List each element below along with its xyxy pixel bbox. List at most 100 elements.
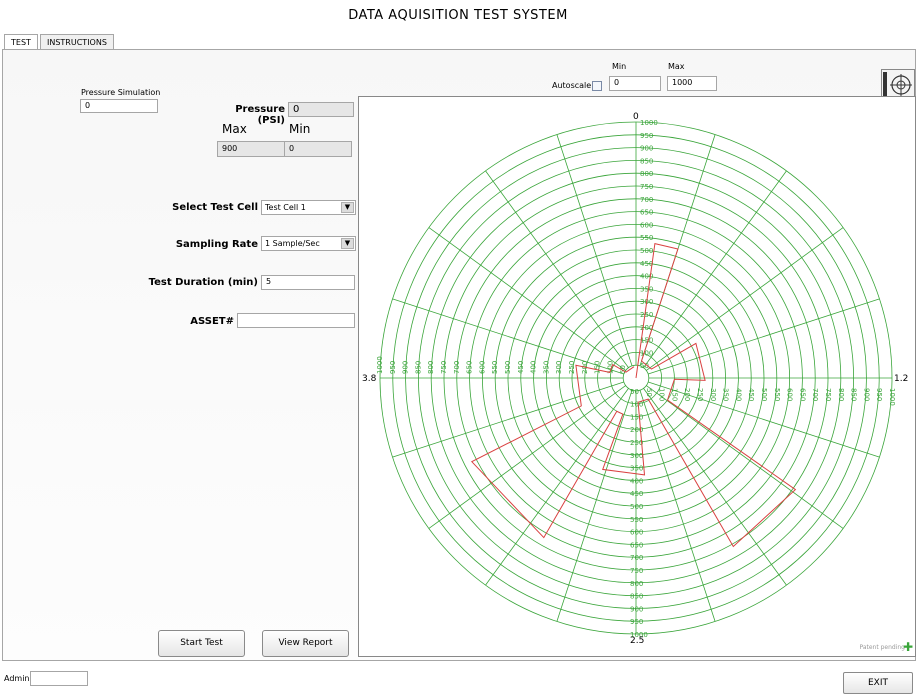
r-tick-label-right: 550 [773,388,781,401]
r-tick-label-up: 750 [640,183,653,191]
sampling-rate-select-value: 1 Sample/Sec [265,239,320,248]
tab-instructions[interactable]: INSTRUCTIONS [40,34,114,49]
r-tick-label-up: 1000 [640,119,658,127]
grid-spoke [646,385,844,529]
r-tick-label-down: 700 [630,554,643,562]
r-tick-label-right: 750 [824,388,832,401]
axis-label-bottom: 2.5 [630,636,644,646]
r-tick-label-right: 100 [658,388,666,401]
r-tick-label-left: 450 [517,361,525,374]
r-tick-label-left: 250 [568,361,576,374]
r-tick-label-up: 850 [640,157,653,165]
r-tick-label-right: 700 [811,388,819,401]
r-tick-label-down: 800 [630,580,643,588]
min-readout: 0 [284,141,352,157]
admin-label: Admin [4,674,30,683]
test-cell-select[interactable]: Test Cell 1 ▼ [261,200,356,215]
r-tick-label-left: 150 [594,361,602,374]
sampling-rate-select[interactable]: 1 Sample/Sec ▼ [261,236,356,251]
polar-chart-svg: 5050 505010010010010015015015015020020020… [362,112,908,646]
view-report-button[interactable]: View Report [262,630,349,657]
r-tick-label-left: 700 [453,361,461,374]
grid-spoke [643,170,787,368]
r-tick-label-left: 550 [491,361,499,374]
r-tick-label-down: 300 [630,452,643,460]
chevron-down-icon[interactable]: ▼ [341,238,354,249]
r-tick-label-down: 950 [630,618,643,626]
autoscale-label: Autoscale [552,81,592,90]
tab-test[interactable]: TEST [4,34,38,50]
r-tick-label-down: 550 [630,516,643,524]
r-tick-label-down: 50 [630,388,639,396]
r-tick-label-right: 150 [670,388,678,401]
r-tick-label-left: 500 [504,361,512,374]
window-title: DATA AQUISITION TEST SYSTEM [348,8,568,23]
chart-min-input[interactable]: 0 [609,76,661,91]
r-tick-label-right: 800 [837,388,845,401]
select-test-cell-label: Select Test Cell [172,202,258,213]
r-tick-label-right: 350 [722,388,730,401]
r-tick-label-right: 450 [747,388,755,401]
chart-max-input[interactable]: 1000 [667,76,717,91]
max-label: Max [222,122,247,136]
pressure-readout: 0 [288,102,354,117]
pressure-simulation-input[interactable]: 0 [80,99,158,113]
r-tick-label-left: 400 [530,361,538,374]
r-tick-label-left: 900 [402,361,410,374]
grid-spoke [428,227,626,371]
r-tick-label-right: 500 [760,388,768,401]
admin-input[interactable] [30,671,88,686]
r-tick-label-down: 400 [630,477,643,485]
grid-spoke [392,381,624,458]
clover-icon: ✚ [903,640,914,654]
max-readout: 900 [217,141,285,157]
r-tick-label-up: 500 [640,247,653,255]
r-tick-label-down: 600 [630,529,643,537]
r-tick-label-down: 200 [630,426,643,434]
r-tick-label-right: 250 [696,388,704,401]
grid-spoke [556,134,633,366]
r-tick-label-down: 650 [630,541,643,549]
exit-button[interactable]: EXIT [843,672,913,694]
r-tick-label-left: 850 [414,361,422,374]
r-tick-label-left: 750 [440,361,448,374]
r-tick-label-up: 650 [640,209,653,217]
grid-spoke [643,388,787,586]
r-tick-label-up: 400 [640,273,653,281]
r-tick-label-left: 300 [555,361,563,374]
asset-label: ASSET# [190,316,234,327]
r-tick-label-left: 800 [427,361,435,374]
r-tick-label-down: 350 [630,465,643,473]
axis-label-left: 3.8 [362,374,377,384]
grid-spoke [556,390,633,622]
test-duration-input[interactable]: 5 [261,275,355,290]
polar-chart: 50 50 50 50 100 100 100 100 150 150 150 150 200 200 20… [358,96,916,657]
autoscale-checkbox[interactable] [592,81,602,91]
r-tick-label-right: 900 [862,388,870,401]
r-tick-label-up: 950 [640,132,653,140]
chevron-down-icon[interactable]: ▼ [341,202,354,213]
grid-spoke [648,298,880,375]
chart-max-label: Max [668,62,685,71]
r-tick-label-right: 50 [645,388,653,397]
r-tick-label-right: 950 [875,388,883,401]
r-tick-label-left: 950 [389,361,397,374]
grid-spoke [485,170,629,368]
r-tick-label-up: 100 [640,349,653,357]
r-tick-label-right: 850 [850,388,858,401]
r-tick-label-down: 850 [630,593,643,601]
sampling-rate-label: Sampling Rate [175,239,258,250]
r-tick-label-left: 1000 [376,356,384,374]
r-tick-label-right: 650 [798,388,806,401]
start-test-button[interactable]: Start Test [158,630,245,657]
r-tick-label-down: 450 [630,490,643,498]
grid-spoke [428,385,626,529]
r-tick-label-right: 200 [683,388,691,401]
asset-input[interactable] [237,313,355,328]
r-tick-label-down: 500 [630,503,643,511]
r-tick-label-up: 800 [640,170,653,178]
r-tick-label-up: 700 [640,196,653,204]
test-cell-select-value: Test Cell 1 [265,203,306,212]
r-tick-label-down: 150 [630,413,643,421]
r-tick-label-left: 650 [466,361,474,374]
